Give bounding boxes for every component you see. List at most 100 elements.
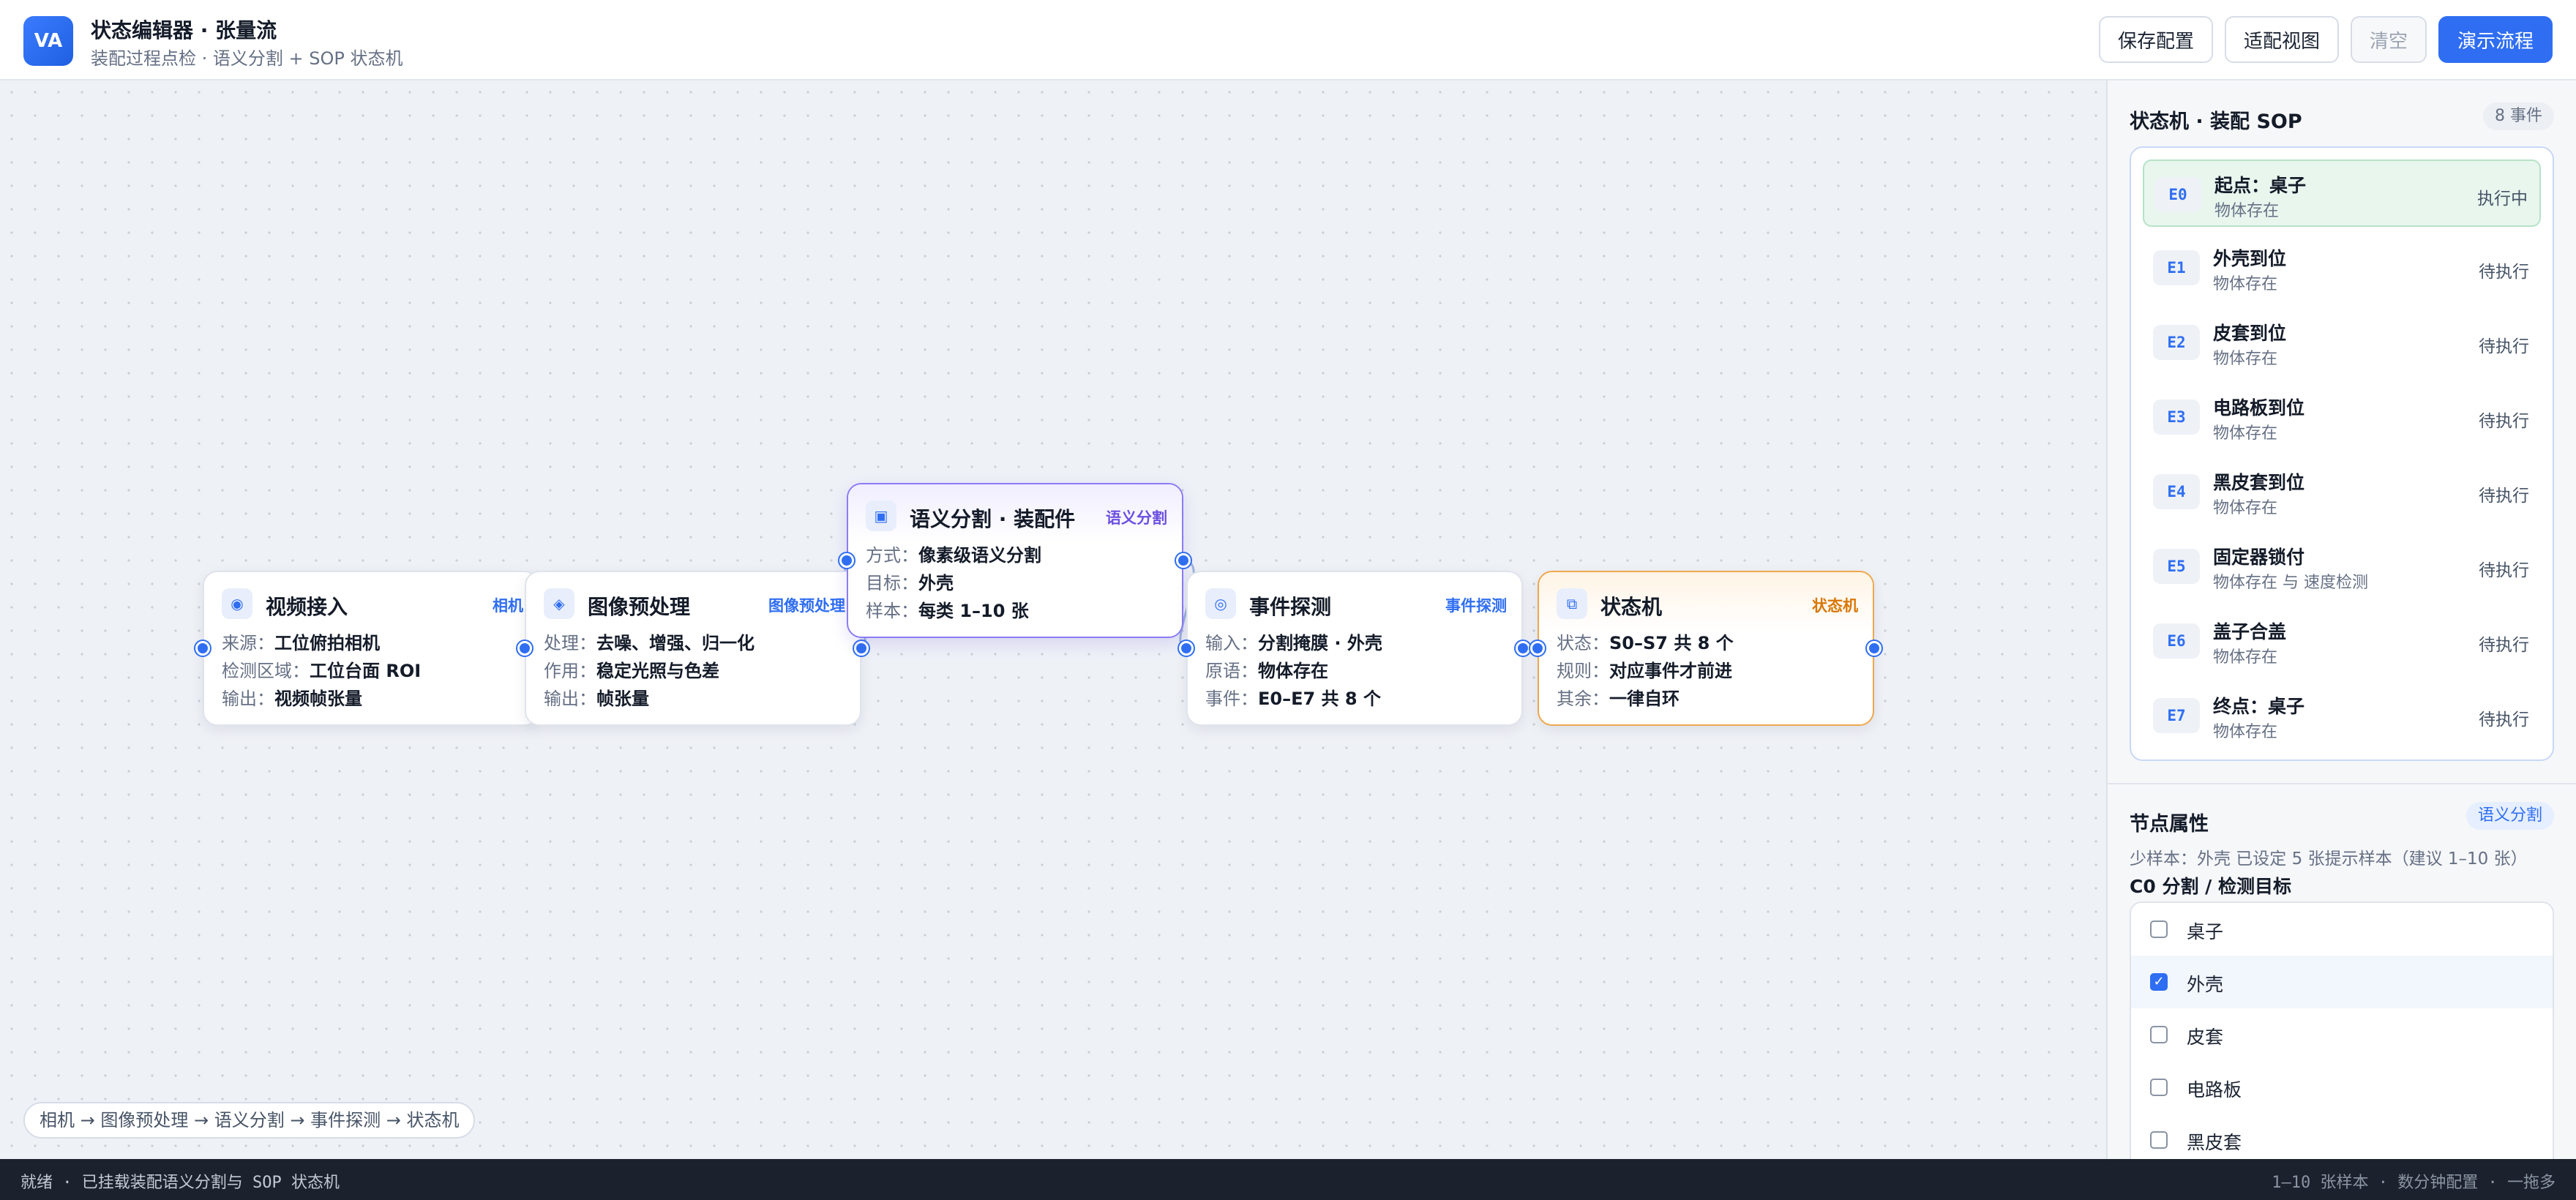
pipeline-breadcrumb: 相机 → 图像预处理 → 语义分割 → 事件探测 → 状态机: [23, 1102, 476, 1139]
event-code: E2: [2153, 325, 2200, 360]
node-tag: 相机: [493, 597, 523, 615]
port-out[interactable]: [1516, 641, 1530, 656]
checkbox[interactable]: [2150, 1131, 2168, 1149]
node-tag: 状态机: [1812, 597, 1858, 615]
event-item-e7[interactable]: E7 终点：桌子 物体存在 待执行: [2143, 682, 2541, 749]
event-status: 待执行: [2479, 412, 2529, 431]
clear-button[interactable]: 清空: [2351, 16, 2427, 63]
node-type-badge: 语义分割: [2465, 802, 2554, 830]
event-code: E0: [2154, 177, 2201, 212]
target-label: 黑皮套: [2187, 1132, 2242, 1153]
port-out[interactable]: [1176, 553, 1191, 568]
segment-icon: ▣: [866, 500, 896, 531]
node-row: 输出：视频帧张量: [222, 689, 362, 709]
event-count-badge: 8 事件: [2483, 102, 2554, 130]
port-in[interactable]: [1530, 641, 1545, 656]
node-state-machine[interactable]: ⧉ 状态机 状态机 状态：S0–S7 共 8 个 规则：对应事件才前进 其余：一…: [1538, 571, 1874, 726]
event-item-e1[interactable]: E1 外壳到位 物体存在 待执行: [2143, 234, 2541, 301]
event-list: E0 起点：桌子 物体存在 执行中 E1 外壳到位 物体存在 待执行 E2 皮套…: [2130, 146, 2554, 761]
event-code: E4: [2153, 474, 2200, 509]
target-option-sleeve[interactable]: 皮套: [2131, 1008, 2553, 1061]
event-code: E1: [2153, 250, 2200, 285]
demo-flow-button[interactable]: 演示流程: [2438, 16, 2553, 63]
node-row: 处理：去噪、增强、归一化: [544, 633, 755, 653]
node-row: 规则：对应事件才前进: [1557, 661, 1732, 681]
state-machine-icon: ⧉: [1557, 588, 1587, 619]
node-row: 事件：E0–E7 共 8 个: [1205, 689, 1381, 709]
checkbox[interactable]: [2150, 1026, 2168, 1043]
node-video-input[interactable]: ◉ 视频接入 相机 来源：工位俯拍相机 检测区域：工位台面 ROI 输出：视频帧…: [203, 571, 539, 726]
node-properties-title: 节点属性: [2130, 813, 2209, 836]
app-header: VA 状态编辑器 · 张量流 装配过程点检 · 语义分割 + SOP 状态机 保…: [0, 0, 2576, 80]
event-status: 待执行: [2479, 561, 2529, 580]
node-tag: 语义分割: [1106, 509, 1167, 527]
event-subtitle: 物体存在: [2213, 723, 2278, 741]
event-subtitle: 物体存在: [2213, 424, 2278, 443]
event-item-e5[interactable]: E5 固定器锁付 物体存在 与 速度检测 待执行: [2143, 533, 2541, 600]
diamond-icon: ◈: [544, 588, 574, 619]
checkbox[interactable]: [2150, 1079, 2168, 1096]
save-config-button[interactable]: 保存配置: [2099, 16, 2213, 63]
node-event-detection[interactable]: ◎ 事件探测 事件探测 输入：分割掩膜 · 外壳 原语：物体存在 事件：E0–E…: [1186, 571, 1523, 726]
few-shot-description: 少样本：外壳 已设定 5 张提示样本（建议 1–10 张）: [2130, 850, 2528, 869]
port-in[interactable]: [1179, 641, 1194, 656]
status-text: 就绪 · 已挂载装配语义分割与 SOP 状态机: [20, 1174, 340, 1192]
event-item-e0[interactable]: E0 起点：桌子 物体存在 执行中: [2143, 160, 2541, 227]
port-in[interactable]: [839, 553, 854, 568]
event-status: 待执行: [2479, 710, 2529, 730]
node-semantic-segmentation[interactable]: ▣ 语义分割 · 装配件 语义分割 方式：像素级语义分割 目标：外壳 样本：每类…: [847, 483, 1183, 638]
target-label: 外壳: [2187, 974, 2224, 995]
port-out[interactable]: [195, 641, 210, 656]
port-in[interactable]: [517, 641, 532, 656]
status-hint: 1–10 张样本 · 数分钟配置 · 一拖多: [2272, 1174, 2556, 1192]
target-option-circuit-board[interactable]: 电路板: [2131, 1061, 2553, 1114]
event-item-e4[interactable]: E4 黑皮套到位 物体存在 待执行: [2143, 458, 2541, 525]
targets-label: C0 分割 / 检测目标: [2130, 876, 2291, 897]
node-image-preprocess[interactable]: ◈ 图像预处理 图像预处理 处理：去噪、增强、归一化 作用：稳定光照与色差 输出…: [525, 571, 861, 726]
event-subtitle: 物体存在: [2213, 350, 2278, 368]
checkbox-checked[interactable]: ✓: [2150, 973, 2168, 991]
event-code: E7: [2153, 698, 2200, 733]
event-item-e3[interactable]: E3 电路板到位 物体存在 待执行: [2143, 383, 2541, 451]
app-logo: VA: [23, 16, 73, 66]
target-option-desk[interactable]: 桌子: [2131, 903, 2553, 956]
target-option-shell[interactable]: ✓ 外壳: [2131, 956, 2553, 1008]
event-item-e6[interactable]: E6 盖子合盖 物体存在 待执行: [2143, 607, 2541, 675]
node-row: 原语：物体存在: [1205, 661, 1328, 681]
node-row: 状态：S0–S7 共 8 个: [1557, 633, 1734, 653]
event-code: E6: [2153, 623, 2200, 659]
event-title: 外壳到位: [2213, 248, 2287, 269]
node-row: 检测区域：工位台面 ROI: [222, 661, 422, 681]
event-title: 盖子合盖: [2213, 621, 2287, 642]
event-status: 待执行: [2479, 337, 2529, 356]
event-subtitle: 物体存在: [2213, 275, 2278, 293]
fit-view-button[interactable]: 适配视图: [2225, 16, 2339, 63]
inspector-panel: 状态机 · 装配 SOP 8 事件 E0 起点：桌子 物体存在 执行中 E1 外…: [2108, 80, 2576, 1165]
port-out[interactable]: [854, 641, 869, 656]
state-machine-title: 状态机 · 装配 SOP: [2130, 110, 2302, 133]
target-option-black-sleeve[interactable]: 黑皮套: [2131, 1114, 2553, 1165]
event-title: 起点：桌子: [2214, 175, 2307, 196]
event-status: 待执行: [2479, 636, 2529, 655]
node-row: 样本：每类 1–10 张: [866, 601, 1029, 621]
event-status: 待执行: [2479, 487, 2529, 506]
target-label: 电路板: [2187, 1079, 2242, 1100]
node-row: 其余：一律自环: [1557, 689, 1680, 709]
event-title: 固定器锁付: [2213, 547, 2305, 568]
port-out[interactable]: [1867, 641, 1882, 656]
event-item-e2[interactable]: E2 皮套到位 物体存在 待执行: [2143, 309, 2541, 376]
event-title: 终点：桌子: [2213, 696, 2305, 717]
event-subtitle: 物体存在: [2213, 648, 2278, 667]
node-row: 方式：像素级语义分割: [866, 545, 1041, 566]
event-subtitle: 物体存在: [2214, 202, 2280, 220]
node-row: 输出：帧张量: [544, 689, 649, 709]
node-row: 输入：分割掩膜 · 外壳: [1205, 633, 1382, 653]
checkbox[interactable]: [2150, 920, 2168, 938]
node-title: 语义分割 · 装配件: [910, 507, 1076, 531]
flow-canvas[interactable]: ◉ 视频接入 相机 来源：工位俯拍相机 检测区域：工位台面 ROI 输出：视频帧…: [0, 80, 2108, 1159]
target-label: 桌子: [2187, 921, 2224, 942]
node-title: 视频接入: [266, 595, 348, 619]
node-title: 图像预处理: [588, 595, 691, 619]
event-subtitle: 物体存在 与 速度检测: [2213, 574, 2368, 592]
event-status: 待执行: [2479, 263, 2529, 282]
